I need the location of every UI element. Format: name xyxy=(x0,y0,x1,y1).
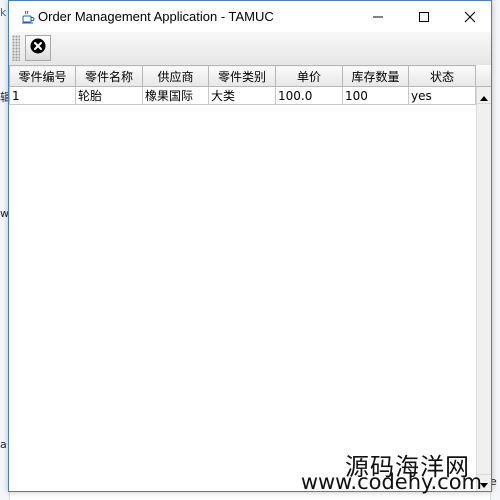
column-header-stock-quantity[interactable]: 库存数量 xyxy=(342,65,409,87)
table-header-corner xyxy=(476,65,491,87)
java-cup-icon xyxy=(21,9,35,24)
column-header-supplier[interactable]: 供应商 xyxy=(142,65,209,87)
watermark-site-url: www.codehy.com xyxy=(300,470,482,494)
column-header-category[interactable]: 零件类别 xyxy=(208,65,276,87)
maximize-button[interactable] xyxy=(401,1,447,32)
table-row[interactable]: 1 轮胎 橡果国际 大类 100.0 100 yes xyxy=(9,86,476,105)
close-icon xyxy=(464,11,476,23)
table-header-row: 零件编号 零件名称 供应商 零件类别 单价 库存数量 状态 xyxy=(9,65,476,87)
table-cell[interactable]: 轮胎 xyxy=(75,86,143,105)
window-title: Order Management Application - TAMUC xyxy=(38,9,274,24)
triangle-up-icon xyxy=(480,86,488,105)
column-header-unit-price[interactable]: 单价 xyxy=(275,65,343,87)
minimize-icon xyxy=(372,11,384,23)
table-cell[interactable]: 100.0 xyxy=(275,86,343,105)
table-cell[interactable]: 1 xyxy=(9,86,76,105)
column-header-status[interactable]: 状态 xyxy=(408,65,476,87)
column-header-part-id[interactable]: 零件编号 xyxy=(9,65,76,87)
column-header-part-name[interactable]: 零件名称 xyxy=(75,65,143,87)
exit-button[interactable] xyxy=(25,35,51,61)
vertical-scrollbar[interactable] xyxy=(476,87,491,491)
toolbar-grip[interactable] xyxy=(12,35,20,61)
title-bar[interactable]: Order Management Application - TAMUC xyxy=(9,1,491,32)
minimize-button[interactable] xyxy=(355,1,401,32)
close-circle-icon xyxy=(30,38,46,58)
scroll-up-button[interactable] xyxy=(477,87,491,104)
table-cell[interactable]: 大类 xyxy=(208,86,276,105)
order-management-window: Order Management Application - TAMUC 零件编… xyxy=(8,0,492,492)
close-window-button[interactable] xyxy=(447,1,493,32)
table-cell[interactable]: 100 xyxy=(342,86,409,105)
toolbar xyxy=(9,32,491,66)
parts-table: 零件编号 零件名称 供应商 零件类别 单价 库存数量 状态 1 轮胎 橡果国际 … xyxy=(9,65,476,105)
parts-table-viewport: 零件编号 零件名称 供应商 零件类别 单价 库存数量 状态 1 轮胎 橡果国际 … xyxy=(9,65,476,491)
background-text-fragment: k xyxy=(0,6,7,19)
background-text-fragment: a xyxy=(0,438,7,451)
table-cell[interactable]: yes xyxy=(408,86,476,105)
table-cell[interactable]: 橡果国际 xyxy=(142,86,209,105)
maximize-icon xyxy=(418,11,430,23)
